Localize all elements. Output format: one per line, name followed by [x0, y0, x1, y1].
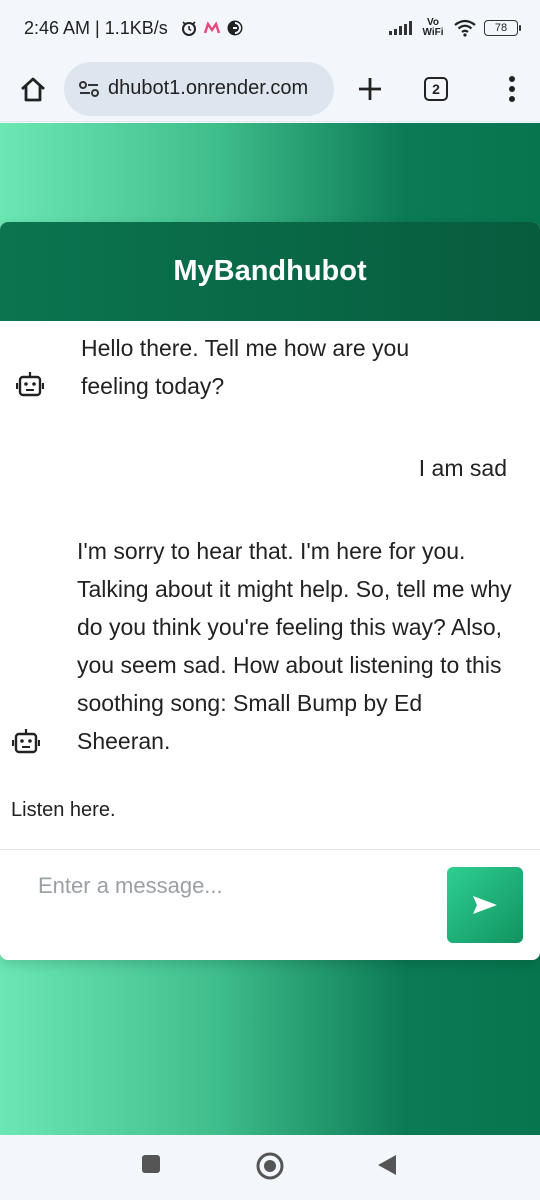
message-list: Hello there. Tell me how are you feeling… — [0, 321, 540, 849]
user-message: I am sad — [418, 455, 507, 481]
browser-toolbar: dhubot1.onrender.com 2 — [0, 56, 540, 122]
chat-title: MyBandhubot — [173, 255, 367, 287]
recents-icon[interactable] — [140, 1153, 162, 1175]
message-composer — [0, 849, 540, 960]
site-info-icon[interactable] — [78, 80, 100, 98]
bot-message: I'm sorry to hear that. I'm here for you… — [77, 538, 512, 754]
vowifi-label: Vo WiFi — [422, 17, 444, 38]
signal-icon — [389, 21, 412, 35]
messenger-icon — [227, 20, 243, 36]
back-icon[interactable] — [376, 1153, 398, 1177]
home-icon[interactable] — [18, 74, 48, 104]
chat-window: MyBandhubot Hello there. Tell me how are… — [0, 222, 540, 960]
tabs-button[interactable]: 2 — [424, 76, 448, 101]
page-background: MyBandhubot Hello there. Tell me how are… — [0, 123, 540, 1135]
status-left: 2:46 AM | 1.1KB/s — [24, 18, 244, 39]
more-menu-icon[interactable] — [508, 75, 516, 103]
bot-message: Hello there. Tell me how are you feeling… — [81, 335, 410, 399]
alarm-icon — [181, 21, 196, 36]
send-button[interactable] — [447, 867, 523, 943]
bot-avatar-icon — [16, 372, 44, 397]
status-right: Vo WiFi 78 — [389, 17, 521, 38]
status-bar: 2:46 AM | 1.1KB/s Vo WiFi 78 — [0, 0, 540, 56]
address-bar[interactable]: dhubot1.onrender.com — [64, 61, 334, 116]
message-input[interactable] — [20, 864, 420, 908]
home-circle-icon[interactable] — [255, 1151, 285, 1181]
battery-icon: 78 — [484, 20, 521, 36]
new-tab-icon[interactable] — [356, 75, 384, 103]
bot-avatar-icon — [12, 729, 40, 754]
status-time: 2:46 AM | 1.1KB/s — [24, 17, 168, 38]
send-icon — [473, 896, 497, 914]
system-nav-bar — [0, 1136, 540, 1200]
tab-count[interactable]: 2 — [424, 76, 448, 101]
m-app-icon — [203, 21, 220, 34]
wifi-icon — [454, 19, 476, 37]
status-notification-icons — [180, 19, 244, 37]
listen-link[interactable]: Listen here. — [11, 791, 116, 829]
chat-header: MyBandhubot — [0, 222, 540, 321]
url-text[interactable]: dhubot1.onrender.com — [108, 77, 308, 100]
